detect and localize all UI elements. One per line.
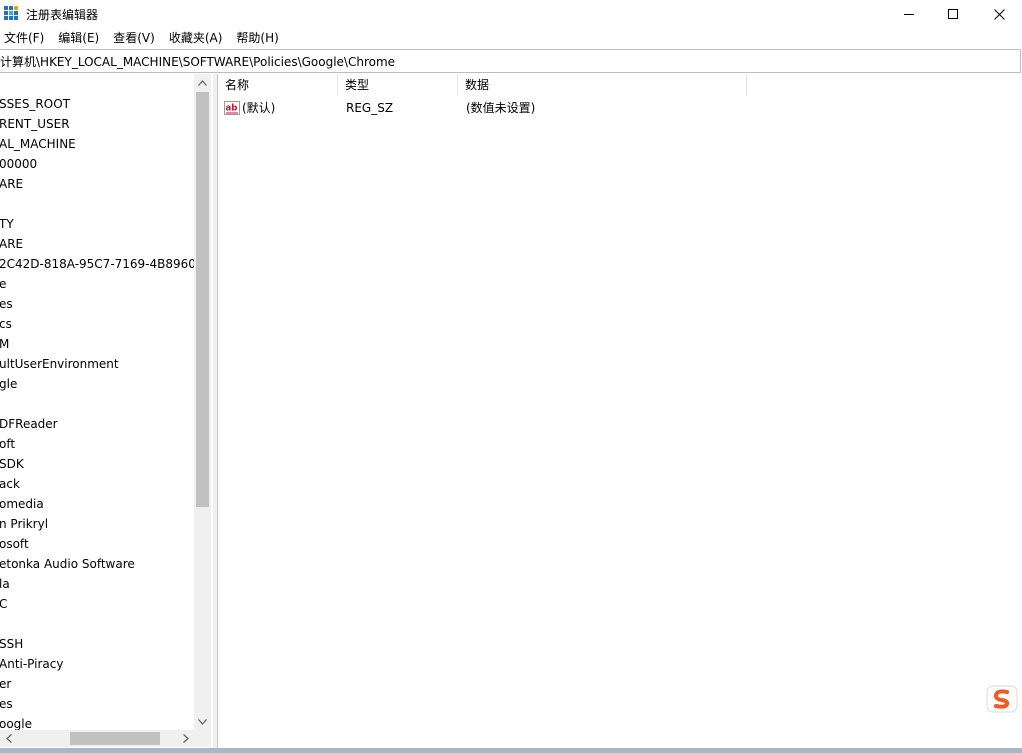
title-bar[interactable]: 注册表编辑器 [0, 0, 1022, 28]
tree-item[interactable]: SSH [0, 634, 23, 654]
horizontal-scroll-thumb[interactable] [70, 732, 160, 745]
tree-item[interactable]: e [0, 274, 6, 294]
value-data: (数值未设置) [466, 101, 536, 115]
value-type: REG_SZ [346, 101, 394, 115]
tree-item[interactable]: SDK [0, 454, 24, 474]
tree-item[interactable]: SSES_ROOT [0, 94, 70, 114]
menu-edit[interactable]: 编辑(E) [54, 28, 106, 48]
tree-item[interactable]: omedia [0, 494, 44, 514]
tree-item[interactable]: M [0, 334, 9, 354]
tree-item[interactable]: TY [0, 214, 14, 234]
sogou-ime-icon[interactable] [985, 684, 1022, 714]
vertical-scroll-thumb[interactable] [196, 92, 209, 507]
tree-item[interactable]: C [0, 594, 7, 614]
scroll-right-button[interactable] [177, 730, 194, 747]
list-header: 名称 类型 数据 [218, 74, 1022, 96]
chevron-left-icon [5, 734, 12, 743]
tree-item[interactable]: es [0, 694, 13, 714]
scroll-down-button[interactable] [194, 713, 211, 730]
tree-item[interactable]: ARE [0, 234, 23, 254]
tree-vertical-scrollbar[interactable] [194, 74, 211, 730]
values-list-pane[interactable]: 名称 类型 数据 ab (默认) REG_SZ (数值未设置) [217, 74, 1022, 748]
tree-item[interactable]: osoft [0, 534, 29, 554]
menu-help[interactable]: 帮助(H) [232, 28, 285, 48]
scroll-up-button[interactable] [194, 74, 211, 91]
column-header-data[interactable]: 数据 [458, 74, 747, 96]
tree-item[interactable]: ARE [0, 174, 23, 194]
menu-bar: 文件(F) 编辑(E) 查看(V) 收藏夹(A) 帮助(H) [0, 28, 1022, 48]
scrollbar-corner [194, 730, 211, 747]
tree-item[interactable]: etonka Audio Software [0, 554, 135, 574]
menu-favorites[interactable]: 收藏夹(A) [165, 28, 230, 48]
column-header-name[interactable]: 名称 [218, 74, 338, 96]
registry-editor-window: 注册表编辑器 文件(F) 编辑(E) 查看(V) 收藏夹(A) 帮助(H) 计算… [0, 0, 1022, 753]
tree-item[interactable]: n Prikryl [0, 514, 48, 534]
key-tree-pane[interactable]: SSES_ROOT RENT_USER AL_MACHINE 00000 ARE… [0, 74, 213, 748]
tree-item[interactable]: es [0, 294, 13, 314]
tree-item[interactable]: oft [0, 434, 15, 454]
minimize-icon [904, 14, 914, 15]
tree-item[interactable]: cs [0, 314, 12, 334]
string-value-icon: ab [224, 101, 240, 115]
menu-view[interactable]: 查看(V) [109, 28, 162, 48]
value-name: (默认) [242, 101, 276, 115]
maximize-icon [948, 9, 958, 19]
svg-text:ab: ab [226, 104, 238, 114]
tree-item[interactable]: 00000 [0, 154, 37, 174]
address-path[interactable]: 计算机\HKEY_LOCAL_MACHINE\SOFTWARE\Policies… [0, 53, 395, 70]
chevron-down-icon [198, 718, 207, 725]
maximize-button[interactable] [930, 0, 976, 28]
tree-item[interactable]: DFReader [0, 414, 58, 434]
chevron-up-icon [198, 79, 207, 86]
column-header-type[interactable]: 类型 [338, 74, 458, 96]
tree-item[interactable]: gle [0, 374, 17, 394]
tree-horizontal-scrollbar[interactable] [0, 730, 194, 747]
regedit-app-icon [4, 6, 19, 20]
address-bar[interactable]: 计算机\HKEY_LOCAL_MACHINE\SOFTWARE\Policies… [0, 49, 1021, 73]
close-button[interactable] [976, 0, 1022, 28]
minimize-button[interactable] [886, 0, 932, 28]
tree-item[interactable]: ultUserEnvironment [0, 354, 119, 374]
tree-item[interactable]: er [0, 674, 11, 694]
tree-item[interactable]: RENT_USER [0, 114, 70, 134]
scroll-left-button[interactable] [0, 730, 17, 747]
tree-item[interactable]: 2C42D-818A-95C7-7169-4B896003 [0, 254, 211, 274]
tree-item[interactable]: ack [0, 474, 20, 494]
tree-item[interactable]: AL_MACHINE [0, 134, 76, 154]
value-row[interactable]: ab (默认) REG_SZ (数值未设置) [218, 98, 1022, 118]
tree-item[interactable]: Anti-Piracy [0, 654, 63, 674]
desktop-edge [0, 748, 1022, 753]
window-title: 注册表编辑器 [26, 8, 99, 22]
close-icon [993, 8, 1005, 20]
tree-item[interactable]: la [0, 574, 10, 594]
menu-file[interactable]: 文件(F) [0, 28, 51, 48]
chevron-right-icon [182, 734, 189, 743]
